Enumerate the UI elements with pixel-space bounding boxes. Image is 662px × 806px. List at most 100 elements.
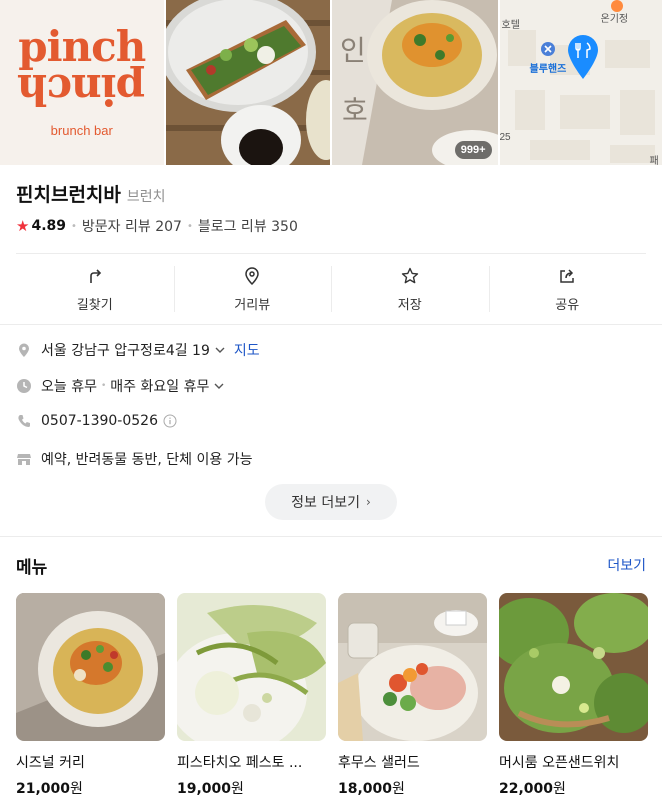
share-button[interactable]: 공유 [488,254,647,324]
store-icon [17,454,31,465]
map-block [619,90,655,135]
curry-dish-art [16,593,165,741]
menu-photo-curry [16,593,165,741]
menu-photo-mushroom [499,593,648,741]
save-label: 저장 [397,297,422,313]
menu-item-price: 21,000원 [16,778,165,798]
logo-photo[interactable]: pinch pinch brunch bar [0,0,164,165]
chevron-right-icon: › [366,495,371,509]
visitor-review-link[interactable]: 방문자 리뷰 207 [82,216,182,236]
star-icon [401,267,418,283]
menu-item-name: 후무스 샐러드 [338,755,420,771]
menu-section-title: 메뉴 [16,558,48,578]
map-pin-icon [567,35,598,79]
map-label-number: 25 [499,132,511,143]
photo-strip[interactable]: pinch pinch brunch bar 인 호 999+ 호텔 온기정 블… [0,0,662,165]
menu-item[interactable]: 머시룸 오픈샌드위치 22,000원 [499,593,648,798]
price-unit: 원 [553,781,566,797]
more-info-button[interactable]: 정보 더보기 › [265,484,397,520]
food-photo-toast[interactable] [165,0,330,165]
directions-button[interactable]: 길찾기 [16,254,174,324]
price-value: 21,000 [16,781,71,797]
toast-photo-art [165,0,330,165]
hummus-dish-art [338,593,487,741]
section-divider [0,324,662,325]
more-info-label: 정보 더보기 [291,495,361,511]
map-block [529,140,590,160]
map-label-hotel: 호텔 [501,20,520,31]
menu-item-price: 18,000원 [338,778,487,798]
menu-item[interactable]: 시즈널 커리 21,000원 [16,593,165,798]
directions-label: 길찾기 [76,297,113,313]
place-name: 핀치브런치바 [16,184,121,206]
streetview-button[interactable]: 거리뷰 [173,254,332,324]
pesto-dish-art [177,593,326,741]
clock-icon [17,379,31,393]
mushroom-dish-art [499,593,648,741]
place-category: 브런치 [126,189,166,205]
star-icon: ★ [16,217,30,235]
photo-count-badge: 999+ [454,141,492,159]
streetview-icon [245,266,260,285]
streetview-label: 거리뷰 [234,297,271,313]
amenities-row: 예약, 반려동물 동반, 단체 이용 가능 [16,449,252,469]
hours-today[interactable]: 오늘 휴무 [41,376,97,396]
menu-item[interactable]: 피스타치오 페스토 ... 19,000원 [177,593,326,798]
rating-value: 4.89 [31,218,66,234]
map-label-ongijeong: 온기정 [600,14,629,25]
logo-text-flipped: pinch [18,65,146,114]
map-label-edge: 패 [649,156,659,165]
price-unit: 원 [231,781,244,797]
hours-row: 오늘 휴무 • 매주 화요일 휴무 [16,376,225,396]
menu-photo-pesto [177,593,326,741]
info-icon[interactable] [163,414,177,428]
map-label-bluehands: 블루핸즈 [529,64,567,75]
separator-dot: • [100,381,107,391]
menu-item-name: 머시룸 오픈샌드위치 [499,755,620,771]
menu-photo-hummus [338,593,487,741]
address-row: 서울 강남구 압구정로4길 19 지도 [16,340,260,360]
price-unit: 원 [392,781,405,797]
price-unit: 원 [70,781,83,797]
place-title-row: 핀치브런치바 브런치 [16,180,166,207]
menu-more-link[interactable]: 더보기 [607,555,646,575]
map-block [514,90,545,130]
location-icon [19,343,29,357]
price-value: 18,000 [338,781,393,797]
section-divider [0,536,662,537]
hours-weekly[interactable]: 매주 화요일 휴무 [110,376,209,396]
menu-item[interactable]: 후무스 샐러드 18,000원 [338,593,487,798]
share-icon [560,268,574,283]
address-text[interactable]: 서울 강남구 압구정로4길 19 [41,340,210,360]
logo-subtitle: brunch bar [50,123,113,138]
action-bar: 길찾기 거리뷰 저장 공유 [16,253,646,324]
logo-text: pinch [18,22,146,71]
directions-icon [89,268,101,283]
map-block [604,40,650,68]
restaurant-icon [610,0,623,12]
menu-item-price: 22,000원 [499,778,648,798]
separator-dot: • [71,220,77,232]
menu-item-name: 시즈널 커리 [16,755,85,771]
svg-text:인: 인 [340,34,366,67]
phone-row: 0507-1390-0526 [16,413,177,429]
food-photo-curry[interactable]: 인 호 999+ [332,0,498,165]
share-label: 공유 [555,297,580,313]
phone-icon [18,415,30,427]
price-value: 19,000 [177,781,232,797]
map-link[interactable]: 지도 [234,340,260,360]
menu-list: 시즈널 커리 21,000원 피스타치오 페스토 ... 19,000원 후무스… [16,593,648,798]
map-block [559,95,610,129]
price-value: 22,000 [499,781,554,797]
save-button[interactable]: 저장 [331,254,489,324]
brand-logo: pinch pinch brunch bar [0,0,164,165]
blog-review-link[interactable]: 블로그 리뷰 350 [198,216,298,236]
amenities-text: 예약, 반려동물 동반, 단체 이용 가능 [41,452,253,468]
separator-dot: • [186,220,193,232]
mini-map[interactable]: 호텔 온기정 블루핸즈 25 패 [499,0,662,165]
chevron-down-icon[interactable] [214,344,226,356]
phone-number[interactable]: 0507-1390-0526 [41,413,158,429]
menu-item-name: 피스타치오 페스토 ... [177,755,303,771]
review-stats: ★ 4.89 • 방문자 리뷰 207 • 블로그 리뷰 350 [16,216,298,236]
chevron-down-icon[interactable] [213,380,225,392]
